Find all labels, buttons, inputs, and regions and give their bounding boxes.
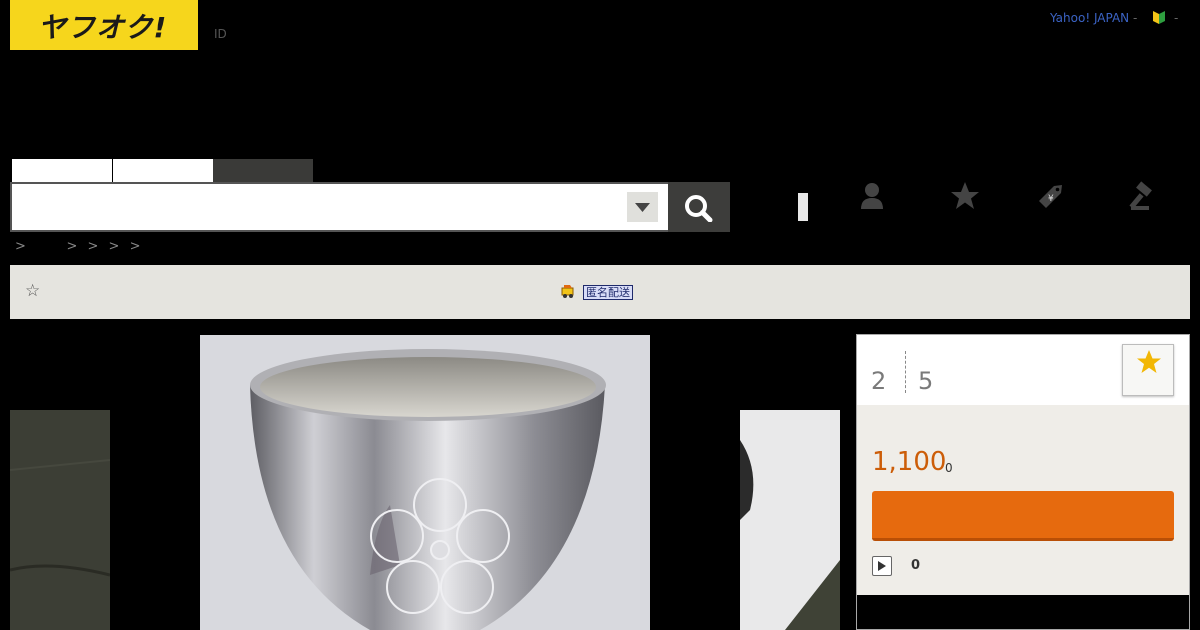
panel-header: 2 5 (857, 335, 1189, 405)
delivery-icon (561, 285, 574, 298)
count-left: 2 (871, 367, 887, 395)
prev-photo-thumbnail[interactable] (10, 410, 110, 630)
breadcrumb-sep: > (15, 239, 26, 254)
anonymous-shipping-badge: 匿名配送 (583, 285, 633, 300)
play-toggle[interactable] (872, 556, 892, 576)
svg-text:¥: ¥ (1048, 194, 1054, 204)
bid-panel: 2 5 1,100 0 0 (856, 334, 1190, 630)
breadcrumb-sep: > (108, 239, 120, 254)
search-input[interactable] (10, 182, 670, 232)
search-tab-3[interactable] (213, 159, 313, 182)
nav-indicator (798, 193, 808, 221)
id-label: ID (214, 27, 227, 41)
gavel-icon[interactable] (1128, 181, 1158, 211)
breadcrumb-sep: > (129, 239, 141, 254)
profile-icon[interactable] (857, 181, 887, 211)
bid-count: 0 (911, 558, 921, 573)
breadcrumb: > > > > > (15, 239, 140, 254)
price-suffix: 0 (945, 461, 953, 475)
breadcrumb-sep: > (87, 239, 99, 254)
watchlist-button[interactable] (1122, 344, 1174, 396)
magnifier-icon (685, 195, 713, 222)
current-price: 1,100 (872, 447, 947, 477)
tag-icon[interactable]: ¥ (1036, 181, 1066, 211)
yahoo-japan-link[interactable]: Yahoo! JAPAN (1050, 11, 1129, 25)
header-trailing-dash: - (1174, 11, 1179, 25)
triangle-down-icon (635, 203, 650, 212)
star-icon (1137, 350, 1161, 373)
auction-page: ヤフオク! ID Yahoo! JAPAN - - ¥ > > > > > ☆ … (0, 0, 1200, 630)
search-tab-1[interactable] (12, 159, 112, 182)
bid-button[interactable] (872, 491, 1174, 541)
beginner-mark-icon[interactable] (1152, 9, 1166, 25)
logo-text: ヤフオク! (38, 11, 168, 44)
search-button[interactable] (668, 182, 730, 232)
category-dropdown[interactable] (627, 192, 658, 222)
next-photo-thumbnail[interactable] (740, 410, 840, 630)
yahoo-japan-link-area: Yahoo! JAPAN - (1050, 11, 1137, 25)
yahuoku-logo[interactable]: ヤフオク! (10, 0, 198, 50)
star-icon[interactable] (950, 181, 980, 211)
main-item-photo[interactable] (200, 335, 650, 630)
panel-body: 1,100 0 0 (857, 405, 1189, 595)
search-tab-2[interactable] (113, 159, 213, 182)
play-icon (878, 561, 886, 571)
header-separator: - (1132, 11, 1138, 25)
watch-star-outline-icon[interactable]: ☆ (25, 281, 40, 301)
breadcrumb-sep: > (66, 239, 78, 254)
count-right: 5 (918, 367, 934, 395)
count-divider (905, 351, 906, 393)
